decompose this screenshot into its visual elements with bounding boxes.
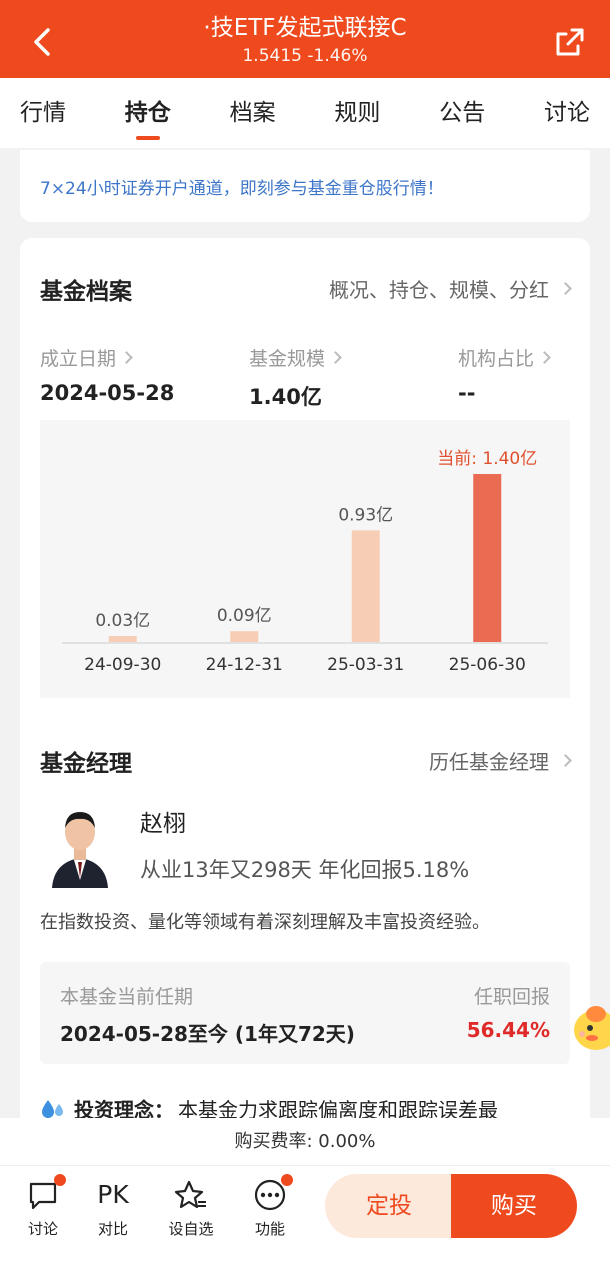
- manager-avatar[interactable]: [46, 800, 114, 888]
- chart-tick-label: 24-12-31: [206, 655, 283, 675]
- nav-functions[interactable]: 功能: [235, 1174, 305, 1239]
- tab-bar: 行情 持仓 档案 规则 公告 讨论: [0, 78, 610, 148]
- buy-button[interactable]: 购买: [451, 1174, 577, 1238]
- auto-invest-button[interactable]: 定投: [325, 1174, 453, 1238]
- chevron-right-icon: [538, 351, 551, 364]
- chart-tick-label: 24-09-30: [84, 655, 161, 675]
- fund-profile-link-label: 概况、持仓、规模、分红: [329, 278, 549, 302]
- nav-label: 对比: [97, 1220, 128, 1238]
- stat-institution-ratio[interactable]: 机构占比 --: [458, 344, 551, 405]
- more-icon: [253, 1174, 293, 1212]
- chart-data-label: 当前: 1.40亿: [437, 449, 537, 469]
- tab-holdings[interactable]: 持仓: [125, 78, 171, 148]
- tenure-value: 2024-05-28至今 (1年又72天): [60, 1022, 355, 1046]
- chart-bar: [230, 631, 259, 642]
- manager-name[interactable]: 赵栩: [140, 804, 186, 838]
- chart-bar: [473, 474, 502, 642]
- chat-icon: [26, 1174, 66, 1212]
- tenure-box: 本基金当前任期 2024-05-28至今 (1年又72天) 任职回报 56.44…: [40, 962, 570, 1064]
- tab-market[interactable]: 行情: [20, 78, 66, 148]
- stat-inception[interactable]: 成立日期 2024-05-28: [40, 344, 174, 405]
- chart-tick-label: 25-03-31: [327, 655, 404, 675]
- notification-dot: [54, 1174, 66, 1186]
- tab-announcements[interactable]: 公告: [439, 78, 485, 148]
- notification-dot: [281, 1174, 293, 1186]
- chevron-right-icon: [120, 351, 133, 364]
- stat-label: 成立日期: [40, 348, 117, 370]
- stat-value: 2024-05-28: [40, 381, 175, 405]
- stat-label: 基金规模: [249, 348, 326, 370]
- back-arrow-icon[interactable]: [22, 22, 62, 62]
- chevron-right-icon: [559, 754, 572, 767]
- chart-tick-label: 25-06-30: [449, 655, 526, 675]
- manager-history-link[interactable]: 历任基金经理: [429, 746, 572, 775]
- fund-title: ·技ETF发起式联接C: [203, 15, 407, 41]
- bottom-action-bar: 讨论 PK 对比 设自选 功能 定投 购买: [0, 1166, 610, 1266]
- promo-banner[interactable]: 7×24小时证券开户通道，即刻参与基金重仓股行情！: [20, 150, 590, 222]
- return-label: 任职回报: [473, 986, 550, 1008]
- chart-data-label: 0.03亿: [95, 611, 150, 631]
- top-header: ·技ETF发起式联接C 1.5415 -1.46%: [0, 0, 610, 78]
- manager-section-title: 基金经理: [40, 751, 132, 777]
- chart-data-label: 0.93亿: [338, 505, 393, 525]
- fund-size-bar-chart: 0.03亿 24-09-30 0.09亿 24-12-31 0.93亿 25-03-31 当…: [62, 449, 548, 675]
- chevron-right-icon: [559, 282, 572, 295]
- mascot-icon[interactable]: [570, 996, 610, 1060]
- star-icon: [174, 1178, 208, 1212]
- fund-profile-title: 基金档案: [40, 279, 132, 305]
- fund-price-change: 1.5415 -1.46%: [242, 46, 368, 66]
- pk-icon: PK: [97, 1180, 129, 1209]
- purchase-fee-bar: 购买费率: 0.00%: [0, 1118, 610, 1166]
- chart-data-label: 0.09亿: [217, 606, 272, 626]
- stat-value: 1.40亿: [249, 385, 322, 409]
- header-title-group: ·技ETF发起式联接C 1.5415 -1.46%: [120, 12, 490, 68]
- water-drop-icon: [42, 1099, 63, 1118]
- tab-profile[interactable]: 档案: [230, 78, 276, 148]
- tenure-label: 本基金当前任期: [60, 986, 194, 1008]
- stat-label: 机构占比: [458, 348, 535, 370]
- stat-value: --: [458, 381, 476, 405]
- fund-size-chart: 0.03亿 24-09-30 0.09亿 24-12-31 0.93亿 25-03-31 当…: [40, 420, 570, 698]
- return-value: 56.44%: [466, 1018, 550, 1042]
- promo-text: 7×24小时证券开户通道，即刻参与基金重仓股行情！: [40, 179, 444, 199]
- fund-profile-link[interactable]: 概况、持仓、规模、分红: [329, 274, 572, 303]
- nav-label: 讨论: [27, 1220, 58, 1238]
- nav-compare[interactable]: PK 对比: [78, 1178, 148, 1239]
- manager-history-link-label: 历任基金经理: [429, 750, 549, 774]
- manager-description: 在指数投资、量化等领域有着深刻理解及丰富投资经验。: [40, 912, 490, 933]
- tab-discussion[interactable]: 讨论: [544, 78, 590, 148]
- stat-fund-size[interactable]: 基金规模 1.40亿: [249, 344, 342, 411]
- manager-experience: 从业13年又298天 年化回报5.18%: [140, 858, 470, 882]
- nav-label: 设自选: [168, 1220, 214, 1238]
- nav-discussion[interactable]: 讨论: [8, 1174, 78, 1239]
- chevron-right-icon: [329, 351, 342, 364]
- chart-bar: [351, 530, 380, 642]
- tab-rules[interactable]: 规则: [334, 78, 380, 148]
- share-icon[interactable]: [550, 22, 590, 62]
- chart-bar: [108, 636, 137, 642]
- nav-add-watchlist[interactable]: 设自选: [156, 1178, 226, 1239]
- nav-label: 功能: [254, 1220, 285, 1238]
- fund-info-card: 基金档案 概况、持仓、规模、分红 成立日期 2024-05-28 基金规模 1.…: [20, 238, 590, 1138]
